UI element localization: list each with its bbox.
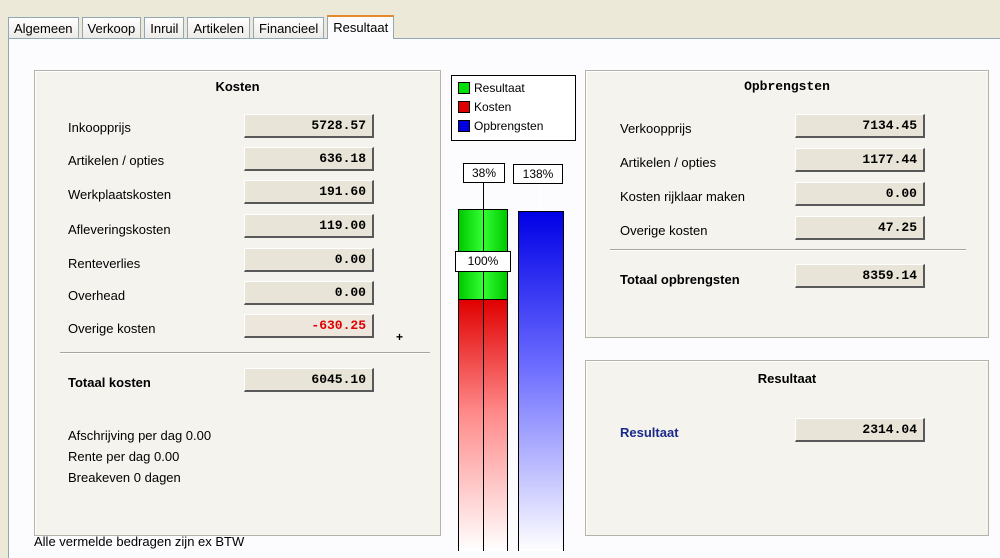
kosten-total-value: 6045.10	[244, 368, 374, 392]
opbrengsten-value-verkoopprijs: 7134.45	[795, 114, 925, 138]
kosten-value-overhead: 0.00	[244, 281, 374, 305]
kosten-value-artikelen: 636.18	[244, 147, 374, 171]
kosten-label-afleveringskosten: Afleveringskosten	[68, 222, 171, 237]
kosten-title: Kosten	[215, 79, 260, 94]
kosten-value-renteverlies: 0.00	[244, 248, 374, 272]
kosten-label-overige: Overige kosten	[68, 321, 156, 336]
kosten-value-afleveringskosten: 119.00	[244, 214, 374, 238]
kosten-label-artikelen: Artikelen / opties	[68, 153, 165, 168]
legend-swatch-resultaat	[458, 82, 470, 94]
opbrengsten-connector	[540, 184, 541, 211]
resultaat-connector	[483, 183, 484, 209]
legend-label-kosten: Kosten	[474, 100, 512, 114]
opbrengsten-value-artikelen: 1177.44	[795, 148, 925, 172]
kosten-label-overhead: Overhead	[68, 288, 126, 303]
legend-swatch-opbrengsten	[458, 120, 470, 132]
legend-label-resultaat: Resultaat	[474, 81, 525, 95]
opbrengsten-label-verkoopprijs: Verkoopprijs	[620, 121, 692, 136]
kosten-group: Kosten	[34, 70, 441, 536]
plus-marker: +	[396, 330, 404, 344]
kosten-label-werkplaatskosten: Werkplaatskosten	[68, 187, 172, 202]
opbrengsten-value-rijklaar: 0.00	[795, 182, 925, 206]
legend-label-opbrengsten: Opbrengsten	[474, 119, 544, 133]
resultaat-pct-label: 38%	[463, 163, 505, 183]
legend-item-opbrengsten: Opbrengsten	[458, 118, 543, 134]
tab-verkoop[interactable]: Verkoop	[81, 17, 142, 38]
chart-legend: Resultaat Kosten Opbrengsten	[451, 75, 576, 141]
opbrengsten-pct-label: 138%	[513, 164, 563, 184]
tab-artikelen[interactable]: Artikelen	[187, 17, 251, 38]
opbrengsten-label-rijklaar: Kosten rijklaar maken	[620, 189, 745, 204]
resultaat-group: Resultaat	[585, 360, 989, 536]
tab-strip: Algemeen Verkoop Inruil Artikelen Financ…	[8, 8, 397, 39]
kosten-value-inkoopprijs: 5728.57	[244, 114, 374, 138]
resultaat-value: 2314.04	[795, 418, 925, 442]
kosten-total-label: Totaal kosten	[68, 375, 151, 390]
tab-algemeen[interactable]: Algemeen	[8, 17, 79, 38]
resultaat-title: Resultaat	[757, 371, 817, 386]
rente-text: Rente per dag 0.00	[68, 449, 180, 464]
breakeven-text: Breakeven 0 dagen	[68, 470, 181, 485]
opbrengsten-value-overige: 47.25	[795, 216, 925, 240]
legend-item-resultaat: Resultaat	[458, 80, 525, 96]
kosten-pct-label: 100%	[455, 251, 511, 272]
resultaat-label: Resultaat	[620, 425, 679, 440]
btw-note: Alle vermelde bedragen zijn ex BTW	[34, 534, 245, 549]
tab-resultaat[interactable]: Resultaat	[327, 15, 395, 39]
kosten-separator	[60, 352, 430, 354]
opbrengsten-title: Opbrengsten	[744, 79, 830, 94]
opbrengsten-label-artikelen: Artikelen / opties	[620, 155, 717, 170]
tab-inruil[interactable]: Inruil	[144, 17, 185, 38]
tab-financieel[interactable]: Financieel	[253, 17, 325, 38]
opbrengsten-separator	[610, 249, 966, 251]
kosten-label-inkoopprijs: Inkoopprijs	[68, 120, 131, 135]
opbrengsten-bar	[518, 211, 564, 551]
afschrijving-text: Afschrijving per dag 0.00	[68, 428, 212, 443]
opbrengsten-total-value: 8359.14	[795, 264, 925, 288]
legend-swatch-kosten	[458, 101, 470, 113]
kosten-label-renteverlies: Renteverlies	[68, 256, 141, 271]
kosten-value-overige: -630.25	[244, 314, 374, 338]
opbrengsten-total-label: Totaal opbrengsten	[620, 272, 740, 287]
legend-item-kosten: Kosten	[458, 99, 511, 115]
opbrengsten-label-overige: Overige kosten	[620, 223, 708, 238]
kosten-value-werkplaatskosten: 191.60	[244, 180, 374, 204]
opbrengsten-group: Opbrengsten	[585, 70, 989, 338]
